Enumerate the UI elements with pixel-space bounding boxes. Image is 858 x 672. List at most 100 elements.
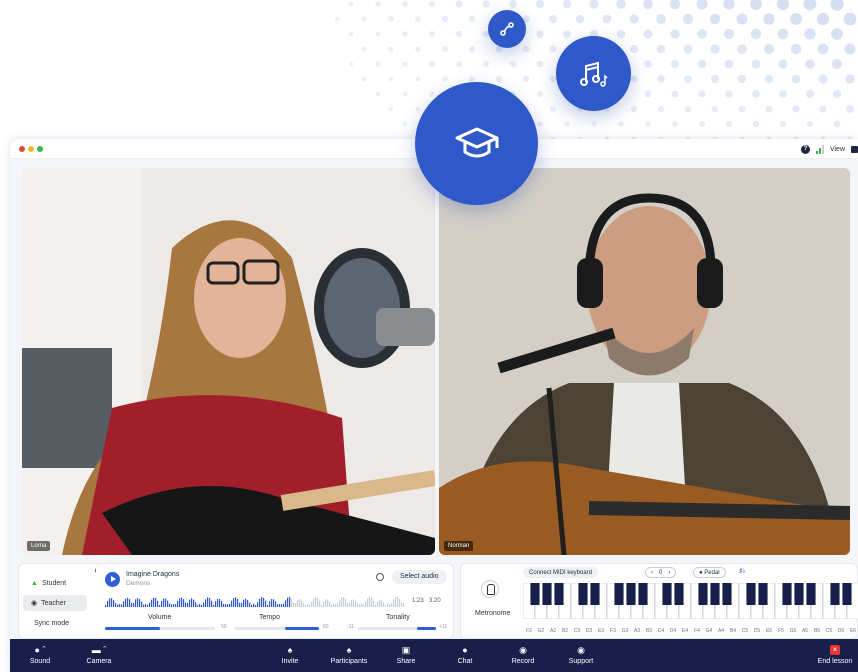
waveform-bar bbox=[347, 602, 349, 607]
support-button[interactable]: ◉ Support bbox=[556, 639, 606, 672]
titlebar-tools: ? View bbox=[800, 143, 858, 155]
waveform-bar bbox=[345, 598, 347, 607]
waveform-bar bbox=[221, 601, 223, 607]
teacher-toggle[interactable]: ◉ Teacher bbox=[23, 595, 87, 611]
pattern-dot bbox=[806, 120, 814, 128]
invite-icon: ♠ bbox=[287, 645, 293, 655]
pattern-dot bbox=[790, 43, 802, 55]
black-key[interactable] bbox=[722, 583, 732, 605]
black-key[interactable] bbox=[614, 583, 624, 605]
waveform-bar bbox=[177, 601, 179, 607]
waveform-bar bbox=[199, 603, 201, 607]
tonality-slider[interactable] bbox=[358, 627, 436, 630]
share-label: Share bbox=[396, 658, 416, 665]
waveform-bar bbox=[289, 597, 291, 607]
black-key[interactable] bbox=[638, 583, 648, 605]
waveform-bar bbox=[375, 604, 377, 607]
select-audio-button[interactable]: Select audio bbox=[392, 570, 447, 584]
sound-button[interactable]: ● ˆ Sound bbox=[15, 639, 65, 672]
note-label: B2 bbox=[562, 628, 568, 634]
note-label: E6 bbox=[850, 628, 856, 634]
waveform-bar bbox=[285, 600, 287, 607]
pattern-dot bbox=[402, 31, 408, 37]
pattern-dot bbox=[618, 121, 624, 127]
black-key[interactable] bbox=[674, 583, 684, 605]
note-labels: F2 G2 A2 B2 C3 D3 E3 F3 G3 A3 B3 C4 D4 E4 F4 G4 A4 B4 C5 D5… bbox=[526, 628, 856, 634]
black-key[interactable] bbox=[542, 583, 552, 605]
black-key[interactable] bbox=[626, 583, 636, 605]
black-key[interactable] bbox=[662, 583, 672, 605]
black-key[interactable] bbox=[554, 583, 564, 605]
octave-down-icon[interactable]: ‹ bbox=[651, 568, 653, 577]
song-artist: Demons bbox=[126, 580, 151, 587]
piano-keyboard[interactable] bbox=[523, 583, 858, 619]
waveform-bar bbox=[213, 604, 215, 607]
pattern-dot bbox=[752, 90, 760, 98]
black-key[interactable] bbox=[698, 583, 708, 605]
pattern-dot bbox=[724, 59, 734, 69]
black-key[interactable] bbox=[794, 583, 804, 605]
invite-button[interactable]: ♠ Invite bbox=[265, 639, 315, 672]
pattern-dot bbox=[375, 31, 381, 37]
pattern-dot bbox=[817, 43, 829, 55]
waveform-bar bbox=[157, 600, 159, 607]
minimize-dot[interactable] bbox=[28, 146, 34, 152]
waveform-bar bbox=[263, 597, 265, 607]
waveform-bar bbox=[219, 598, 221, 607]
close-dot[interactable] bbox=[19, 146, 25, 152]
record-button[interactable]: ◉ Record bbox=[498, 639, 548, 672]
black-key[interactable] bbox=[806, 583, 816, 605]
waveform-bar bbox=[317, 597, 319, 607]
waveform-bar bbox=[137, 598, 139, 607]
view-layout-icon[interactable] bbox=[851, 145, 858, 153]
black-key[interactable] bbox=[710, 583, 720, 605]
pattern-dot bbox=[670, 59, 680, 69]
student-toggle[interactable]: ▲ Student bbox=[23, 575, 87, 591]
waveform-bar bbox=[377, 601, 379, 607]
help-icon[interactable]: ? bbox=[800, 144, 810, 154]
maximize-dot[interactable] bbox=[37, 146, 43, 152]
pattern-dot bbox=[804, 28, 816, 40]
pattern-dot bbox=[803, 0, 817, 11]
metronome-icon[interactable] bbox=[481, 580, 499, 598]
note-label: F2 bbox=[526, 628, 532, 634]
waveform-bar bbox=[379, 599, 381, 607]
pattern-dot bbox=[629, 14, 639, 24]
view-label[interactable]: View bbox=[830, 146, 845, 153]
black-key[interactable] bbox=[830, 583, 840, 605]
note-label: A3 bbox=[634, 628, 640, 634]
pattern-dot bbox=[643, 29, 653, 39]
tuning-icon[interactable]: ♯♭ bbox=[739, 567, 746, 575]
play-button[interactable] bbox=[105, 572, 120, 587]
pattern-dot bbox=[699, 121, 705, 127]
black-key[interactable] bbox=[590, 583, 600, 605]
tempo-slider[interactable] bbox=[234, 627, 319, 630]
waveform-bar bbox=[297, 599, 299, 607]
black-key[interactable] bbox=[758, 583, 768, 605]
pedal-label: Pedal bbox=[704, 570, 720, 576]
end-lesson-button[interactable]: × End lesson bbox=[810, 639, 858, 672]
participants-button[interactable]: ♠ Participants bbox=[324, 639, 374, 672]
pedal-toggle[interactable]: ● Pedal bbox=[693, 567, 726, 578]
black-key[interactable] bbox=[842, 583, 852, 605]
waveform-bar bbox=[343, 596, 345, 607]
audio-waveform[interactable] bbox=[105, 595, 407, 607]
pattern-dot bbox=[830, 0, 844, 11]
black-key[interactable] bbox=[782, 583, 792, 605]
sound-label: Sound bbox=[29, 658, 51, 665]
connect-midi-button[interactable]: Connect MIDI keyboard bbox=[523, 567, 599, 578]
clock-icon bbox=[376, 573, 384, 581]
waveform-bar bbox=[205, 599, 207, 607]
octave-control[interactable]: ‹ 0 › bbox=[645, 567, 677, 578]
chat-button[interactable]: ● Chat bbox=[440, 639, 490, 672]
volume-slider[interactable] bbox=[105, 627, 215, 630]
black-key[interactable] bbox=[530, 583, 540, 605]
pattern-dot bbox=[575, 14, 585, 24]
camera-button[interactable]: ▬ ˆ Camera bbox=[74, 639, 124, 672]
octave-up-icon[interactable]: › bbox=[668, 568, 670, 577]
black-key[interactable] bbox=[746, 583, 756, 605]
pattern-dot bbox=[429, 61, 435, 67]
share-button[interactable]: ▣ Share bbox=[381, 639, 431, 672]
black-key[interactable] bbox=[578, 583, 588, 605]
pattern-dot bbox=[696, 0, 708, 10]
